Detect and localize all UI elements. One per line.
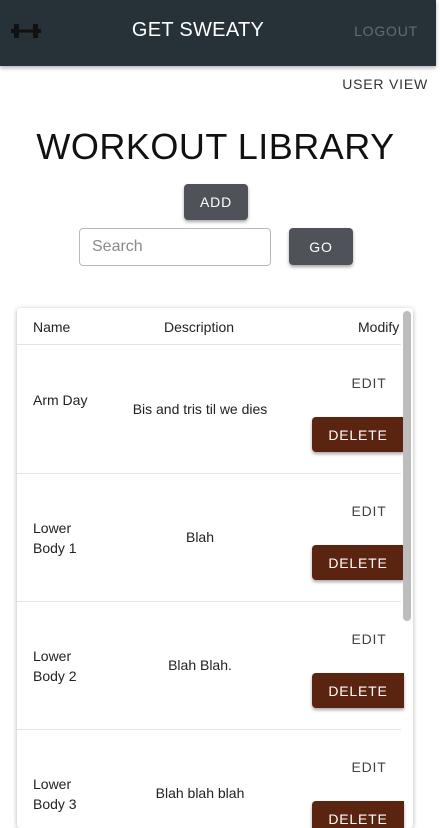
- workout-description: Blah blah blah: [155, 785, 245, 801]
- table-header: Name Description Modify: [17, 308, 401, 345]
- delete-button[interactable]: DELETE: [312, 673, 404, 708]
- workout-description: Blah: [185, 529, 215, 545]
- logout-button[interactable]: LOGOUT: [354, 23, 418, 39]
- workout-name: Lower Body 3: [33, 776, 77, 812]
- delete-button[interactable]: DELETE: [312, 545, 404, 580]
- column-header-description: Description: [164, 319, 235, 335]
- workout-description: Bis and tris til we dies: [132, 401, 268, 417]
- column-header-modify: Modify: [358, 319, 400, 335]
- go-button[interactable]: GO: [289, 228, 353, 265]
- table-scrollbar[interactable]: [403, 311, 411, 621]
- edit-button[interactable]: EDIT: [339, 759, 399, 775]
- workout-name: Lower Body 2: [33, 648, 77, 684]
- column-header-name: Name: [33, 319, 71, 335]
- search-input[interactable]: [79, 228, 271, 266]
- delete-button[interactable]: DELETE: [312, 801, 404, 828]
- edit-button[interactable]: EDIT: [339, 631, 399, 647]
- user-view-link[interactable]: USER VIEW: [342, 76, 428, 92]
- workout-name: Arm Day: [33, 392, 88, 408]
- app-bar: GET SWEATY LOGOUT: [0, 0, 436, 66]
- delete-button[interactable]: DELETE: [312, 417, 404, 452]
- table-row: Lower Body 2 Blah Blah. EDIT DELETE: [17, 601, 404, 730]
- table-row: Arm Day Bis and tris til we dies EDIT DE…: [17, 345, 404, 474]
- table-row: Lower Body 3 Blah blah blah EDIT DELETE: [17, 729, 404, 828]
- table-row: Lower Body 1 Blah EDIT DELETE: [17, 473, 404, 602]
- add-button[interactable]: ADD: [184, 184, 248, 220]
- page-title: WORKOUT LIBRARY: [36, 126, 395, 167]
- app-title: GET SWEATY: [131, 19, 265, 41]
- workout-name: Lower Body 1: [33, 520, 77, 556]
- workout-table: Name Description Modify Arm Day Bis and …: [17, 308, 413, 828]
- edit-button[interactable]: EDIT: [339, 503, 399, 519]
- edit-button[interactable]: EDIT: [339, 375, 399, 391]
- workout-description: Blah Blah.: [168, 657, 232, 673]
